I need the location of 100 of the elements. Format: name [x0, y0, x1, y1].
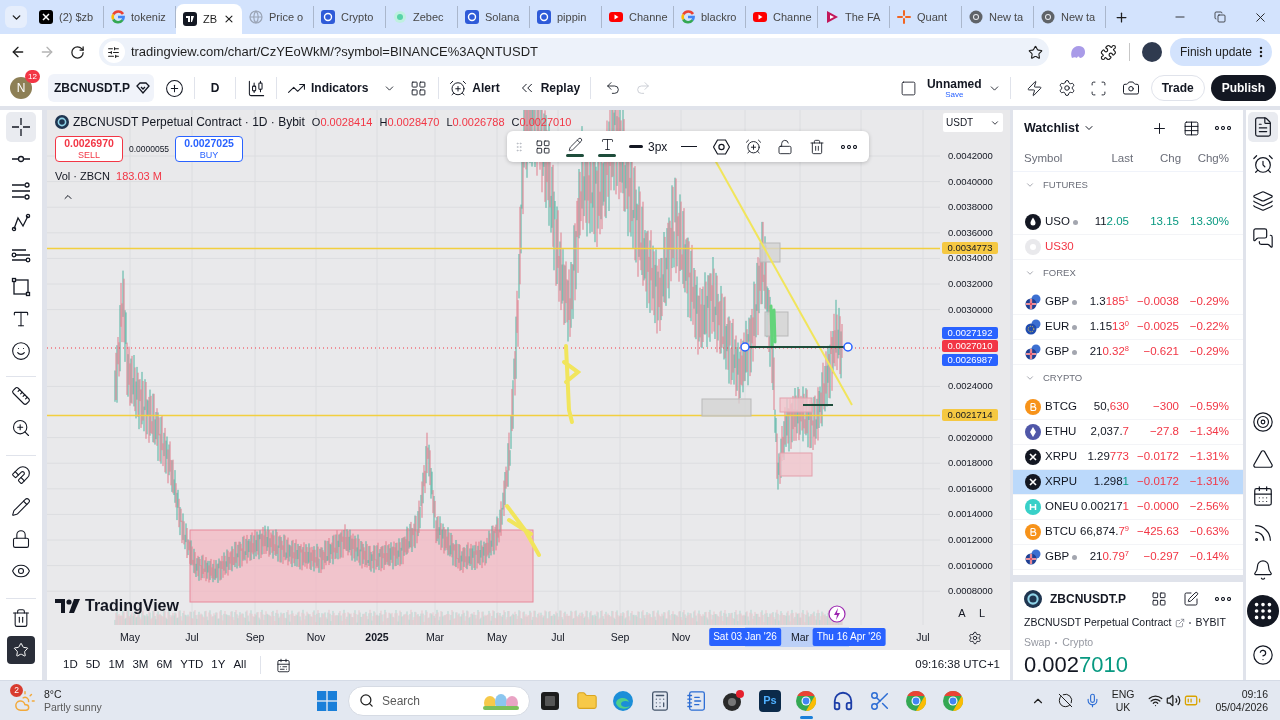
price-axis-label: 0.0042000	[948, 151, 993, 161]
browser-tab[interactable]: Solana	[458, 6, 530, 28]
section-toggle[interactable]	[1025, 373, 1035, 383]
favorites-button[interactable]	[7, 636, 35, 664]
star-icon	[13, 642, 29, 658]
price-tag: 0.0026987	[942, 353, 998, 366]
grid-icon	[535, 138, 551, 155]
timeframe-button[interactable]: 1M	[104, 654, 129, 676]
timeframe-button[interactable]: 5D	[81, 654, 105, 676]
browser-circle-icon	[969, 10, 983, 24]
ohlc-value: H0.0028470	[379, 114, 440, 130]
browser-tab[interactable]: Crypto	[314, 6, 386, 28]
line-width-button[interactable]: 3px	[625, 133, 672, 160]
sell-button[interactable]: 0.0026970 SELL	[55, 136, 123, 162]
section-toggle[interactable]	[1025, 268, 1035, 278]
document-list-icon	[1252, 116, 1274, 138]
change-percent: −1.31%	[1188, 449, 1229, 465]
watchlist-row[interactable]: US30	[1013, 235, 1243, 260]
browser-tab[interactable]: (2) $zb	[32, 6, 104, 28]
scale-button[interactable]: L	[976, 606, 988, 620]
price-axis-label: 0.0032000	[948, 279, 993, 289]
change-value: 13.15	[1149, 214, 1179, 230]
current-price: 0.0027010	[1024, 652, 1129, 677]
scale-button[interactable]: A	[956, 606, 968, 620]
browser-tab[interactable]: Zebec	[386, 6, 458, 28]
address-field[interactable]: tradingview.com/chart/CzYEoWkM/?symbol=BINANCE%3AQNTUSDT	[98, 38, 1049, 66]
timeframe-button[interactable]: 1D	[59, 654, 82, 676]
change-percent: −0.59%	[1188, 399, 1229, 415]
column-header[interactable]: Last	[1086, 149, 1134, 168]
watchlist-row[interactable]: ETHU 2,037.7 −27.8 −1.34%	[1013, 420, 1243, 445]
browser-tab[interactable]: blackro	[674, 6, 746, 28]
browser-tab[interactable]: The FA	[818, 6, 890, 28]
watchlist-row[interactable]: BTCG 50,630 −300 −0.59%	[1013, 395, 1243, 420]
edit-icon	[1183, 591, 1199, 607]
browser-tab[interactable]: New ta	[1034, 6, 1106, 28]
ohlc-value: O0.0028414	[311, 114, 373, 130]
browser-tab[interactable]: Price o	[242, 6, 314, 28]
watchlist-row[interactable]: ONEU 0.002171 −0.0000 −2.56%	[1013, 495, 1243, 520]
tab-list-button[interactable]	[5, 6, 27, 28]
publish-button[interactable]: Publish	[1210, 75, 1276, 101]
clock-date: 05/04/2026	[1215, 700, 1268, 714]
column-header[interactable]: Chg%	[1181, 149, 1229, 168]
indicators-button[interactable]: Indicators	[283, 74, 373, 102]
side-panel-button[interactable]	[1248, 112, 1278, 142]
reload-icon	[69, 44, 85, 60]
change-percent: −1.34%	[1188, 424, 1229, 440]
undo-icon	[605, 80, 622, 96]
timeframe-button[interactable]: YTD	[176, 654, 208, 676]
taskbar-search-field[interactable]: Search	[348, 685, 530, 716]
g-ring-icon	[111, 10, 125, 24]
language-text: ENG	[1111, 687, 1135, 701]
logo-tile-icon	[183, 12, 197, 26]
taskbar-app-button[interactable]: Ps	[751, 681, 789, 720]
column-header[interactable]: Symbol	[1024, 149, 1087, 168]
drawing-tool-button[interactable]	[6, 112, 36, 142]
triangle-icon	[1252, 448, 1274, 470]
browser-tab[interactable]: pippin	[530, 6, 602, 28]
timeframe-button[interactable]: 3M	[128, 654, 153, 676]
symbol-search-button[interactable]: ZBCNUSDT.P	[48, 74, 154, 102]
change-value: −0.0038	[1136, 294, 1179, 310]
browser-tab[interactable]: New ta	[962, 6, 1034, 28]
play-triangle-icon	[825, 10, 839, 24]
notification-badge: 2	[10, 683, 23, 697]
scissors-icon	[868, 689, 891, 712]
price-axis-label: 0.0038000	[948, 202, 993, 213]
symbol-text: XRPU	[1045, 449, 1077, 465]
last-price: 1.2981	[1092, 474, 1129, 490]
currency-dropdown[interactable]: USDT	[943, 113, 1003, 132]
add-circle-icon	[164, 78, 184, 98]
settings-icon	[968, 630, 982, 645]
symbol-text: ONEU	[1045, 499, 1079, 515]
browser-tab[interactable]: ZB	[176, 4, 242, 34]
pencil-icon	[11, 497, 31, 517]
microphone-icon	[1084, 693, 1100, 708]
watchlist-menu-button[interactable]: Watchlist	[1024, 118, 1096, 138]
trade-button[interactable]: Trade	[1150, 75, 1205, 101]
timeframe-button[interactable]: All	[229, 654, 251, 676]
side-panel-button[interactable]	[1247, 595, 1279, 627]
browser-tab[interactable]: Quant	[890, 6, 962, 28]
column-header[interactable]: Chg	[1133, 149, 1182, 168]
section-toggle[interactable]	[1025, 180, 1035, 190]
interval-button[interactable]: D	[201, 74, 229, 102]
x-coin-icon	[1025, 474, 1041, 490]
watchlist-row[interactable]: XRPU 1.2981 −0.0172 −1.31%	[1013, 470, 1243, 495]
notification-badge: 12	[25, 70, 40, 83]
watchlist-row[interactable]: USO 112.05 13.15 13.30%	[1013, 210, 1243, 235]
section-title: CRYPTO	[1043, 373, 1083, 383]
timeframe-button[interactable]: 1Y	[207, 654, 230, 676]
price-axis-label: 0.0024000	[948, 381, 993, 392]
buy-button[interactable]: 0.0027025 BUY	[175, 136, 243, 162]
save-link[interactable]: Save	[945, 90, 964, 99]
browser-tab[interactable]: Channe	[602, 6, 674, 28]
time-axis-label: Jul	[551, 631, 565, 644]
time-axis-label: Sep	[610, 631, 630, 644]
replay-button[interactable]: Replay	[513, 74, 585, 102]
timeframe-button[interactable]: 6M	[152, 654, 177, 676]
alert-button[interactable]: Alert	[445, 74, 504, 102]
browser-tab[interactable]: Channe	[746, 6, 818, 28]
finish-update-button[interactable]: Finish update	[1169, 38, 1272, 66]
more-icon	[841, 144, 858, 149]
